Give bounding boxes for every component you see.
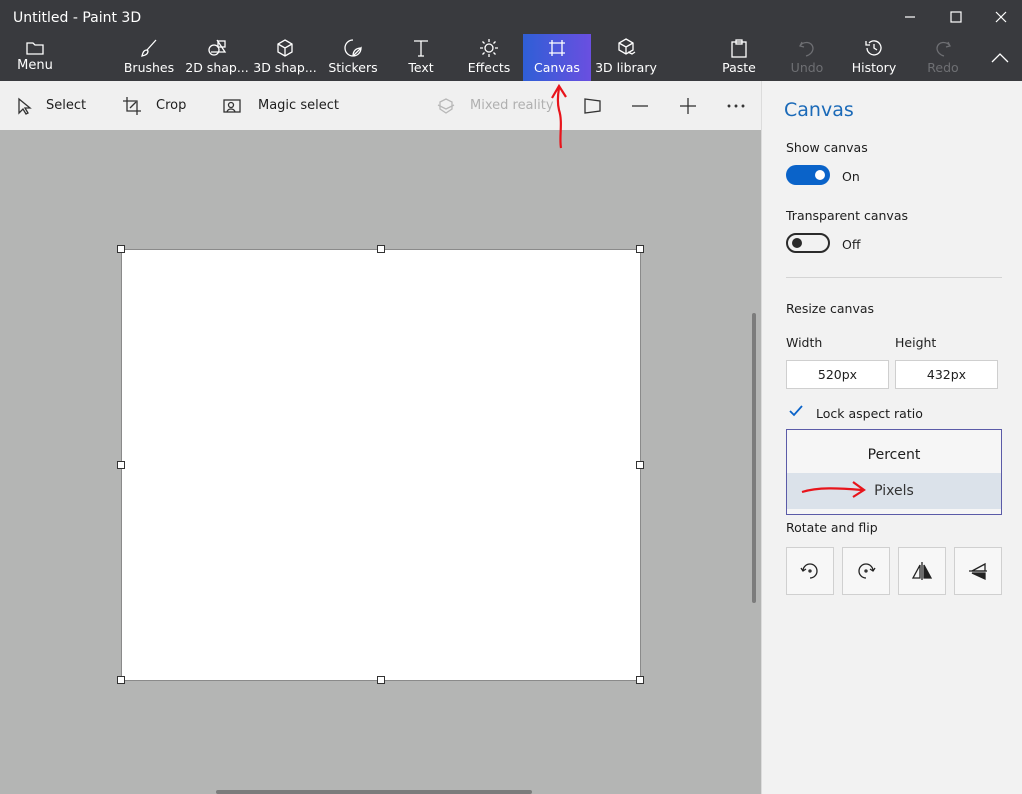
shapes-2d-icon xyxy=(206,34,228,60)
collapse-ribbon-button[interactable] xyxy=(986,34,1014,81)
perspective-icon xyxy=(584,97,601,114)
resize-handle-left[interactable] xyxy=(117,461,125,469)
vertical-scrollbar[interactable] xyxy=(752,313,756,603)
close-button[interactable] xyxy=(978,0,1022,34)
resize-handle-top-right[interactable] xyxy=(636,245,644,253)
resize-handle-top-left[interactable] xyxy=(117,245,125,253)
paste-button[interactable]: Paste xyxy=(722,34,756,81)
redo-button[interactable]: Redo xyxy=(926,34,960,81)
show-canvas-label: Show canvas xyxy=(786,140,868,155)
resize-handle-bottom-left[interactable] xyxy=(117,676,125,684)
undo-button[interactable]: Undo xyxy=(789,34,825,81)
clipboard-icon xyxy=(729,34,749,60)
flip-horizontal-icon xyxy=(911,562,933,580)
tab-2d-shapes[interactable]: 2D shap... xyxy=(185,34,249,81)
unit-option-pixels[interactable]: Pixels xyxy=(787,473,1001,509)
tab-effects[interactable]: Effects xyxy=(466,34,512,81)
cursor-icon xyxy=(18,97,32,115)
tab-3d-shapes[interactable]: 3D shap... xyxy=(253,34,317,81)
tab-stickers[interactable]: Stickers xyxy=(328,34,378,81)
window-title: Untitled - Paint 3D xyxy=(13,10,142,26)
height-input[interactable]: 432px xyxy=(895,360,998,389)
lock-aspect-checkbox[interactable] xyxy=(786,401,806,421)
transparent-canvas-state: Off xyxy=(842,237,861,252)
tab-canvas[interactable]: Canvas xyxy=(523,34,591,81)
rotate-left-button[interactable] xyxy=(786,547,834,595)
minimize-button[interactable] xyxy=(887,0,933,34)
units-dropdown[interactable]: Percent Pixels xyxy=(786,429,1002,515)
drawing-canvas[interactable] xyxy=(121,249,641,681)
resize-handle-bottom[interactable] xyxy=(377,676,385,684)
crop-tool[interactable]: Crop xyxy=(122,81,186,130)
mixed-reality-button[interactable]: Mixed reality xyxy=(436,81,554,130)
more-options-button[interactable] xyxy=(726,81,746,130)
zoom-out-button[interactable] xyxy=(630,81,650,130)
sticker-icon xyxy=(343,34,363,60)
cube-icon xyxy=(275,34,295,60)
width-label: Width xyxy=(786,335,823,350)
sun-icon xyxy=(479,34,499,60)
close-icon xyxy=(995,11,1007,23)
flip-horizontal-button[interactable] xyxy=(898,547,946,595)
flip-vertical-button[interactable] xyxy=(954,547,1002,595)
zoom-in-button[interactable] xyxy=(678,81,698,130)
history-button[interactable]: History xyxy=(851,34,897,81)
rotate-right-icon xyxy=(858,563,876,579)
perspective-view-button[interactable] xyxy=(583,81,603,130)
show-canvas-toggle[interactable] xyxy=(786,165,830,185)
brush-icon xyxy=(139,34,159,60)
rotate-right-button[interactable] xyxy=(842,547,890,595)
resize-handle-bottom-right[interactable] xyxy=(636,676,644,684)
folder-icon xyxy=(25,34,45,58)
panel-divider xyxy=(786,277,1002,278)
resize-handle-top[interactable] xyxy=(377,245,385,253)
undo-icon xyxy=(797,34,817,60)
tab-3d-library[interactable]: 3D library xyxy=(595,34,657,81)
redo-icon xyxy=(933,34,953,60)
canvas-icon xyxy=(547,34,567,60)
width-input[interactable]: 520px xyxy=(786,360,889,389)
title-ribbon-bar: Untitled - Paint 3D Menu Brushes 2D shap… xyxy=(0,0,1022,81)
maximize-button[interactable] xyxy=(933,0,979,34)
tab-brushes[interactable]: Brushes xyxy=(123,34,175,81)
resize-canvas-label: Resize canvas xyxy=(786,301,875,316)
select-tool[interactable]: Select xyxy=(16,81,86,130)
flip-vertical-icon xyxy=(969,562,987,581)
horizontal-scrollbar[interactable] xyxy=(216,790,532,794)
plus-icon xyxy=(680,97,696,114)
history-icon xyxy=(864,34,884,60)
canvas-toolbar: Select Crop Magic select Mixed reality xyxy=(0,81,761,130)
text-icon xyxy=(411,34,431,60)
menu-button[interactable]: Menu xyxy=(14,34,56,81)
magic-select-icon xyxy=(223,98,241,113)
panel-title: Canvas xyxy=(784,99,854,121)
transparent-canvas-label: Transparent canvas xyxy=(786,208,909,223)
rotate-flip-label: Rotate and flip xyxy=(786,520,878,535)
checkmark-icon xyxy=(789,405,803,417)
chevron-up-icon xyxy=(991,34,1009,66)
ellipsis-icon xyxy=(727,104,745,107)
tab-text[interactable]: Text xyxy=(404,34,438,81)
minus-icon xyxy=(632,104,648,107)
rotate-left-icon xyxy=(800,563,818,579)
canvas-panel: Canvas Show canvas On Transparent canvas… xyxy=(761,81,1022,794)
3d-library-icon xyxy=(616,34,636,60)
unit-option-percent[interactable]: Percent xyxy=(787,437,1001,473)
crop-icon xyxy=(123,96,141,115)
maximize-icon xyxy=(950,11,962,23)
minimize-icon xyxy=(905,16,915,18)
transparent-canvas-toggle[interactable] xyxy=(786,233,830,253)
show-canvas-state: On xyxy=(842,169,860,184)
magic-select-tool[interactable]: Magic select xyxy=(222,81,339,130)
resize-handle-right[interactable] xyxy=(636,461,644,469)
height-label: Height xyxy=(895,335,937,350)
mixed-reality-icon xyxy=(437,97,455,114)
lock-aspect-label: Lock aspect ratio xyxy=(816,406,923,421)
